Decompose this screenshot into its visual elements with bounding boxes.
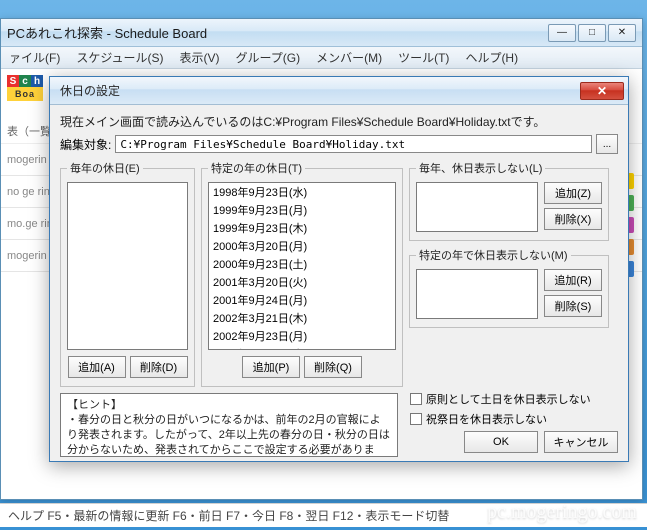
group2-legend: 特定の年の休日(T) — [208, 160, 305, 176]
menu-file[interactable]: ァイル(F) — [1, 46, 68, 69]
hint-box: 【ヒント】 ・春分の日と秋分の日がいつになるかは、前年の2月の官報により発表され… — [60, 393, 398, 457]
path-label: 編集対象: — [60, 136, 111, 153]
watermark: pc.mogeringo.com — [487, 501, 637, 524]
del-x-button[interactable]: 削除(X) — [544, 208, 602, 230]
add-r-button[interactable]: 追加(R) — [544, 269, 602, 291]
menu-tool[interactable]: ツール(T) — [390, 46, 457, 69]
maximize-button[interactable]: □ — [578, 24, 606, 42]
list-item[interactable]: 2001年3月20日(火) — [209, 273, 395, 291]
list-item[interactable]: 1999年9月23日(木) — [209, 219, 395, 237]
close-button[interactable]: ✕ — [608, 24, 636, 42]
main-titlebar: PCあれこれ探索 - Schedule Board — □ ✕ — [1, 19, 642, 47]
add-p-button[interactable]: 追加(P) — [242, 356, 300, 378]
list-item[interactable]: 2003年3月21日(金) — [209, 345, 395, 350]
cancel-button[interactable]: キャンセル — [544, 431, 618, 453]
specific-year-list[interactable]: 1998年9月23日(水)1999年9月23日(月)1999年9月23日(木)2… — [208, 182, 396, 350]
checkbox-icon — [410, 413, 422, 425]
chk2-label: 祝祭日を休日表示しない — [426, 411, 547, 427]
group-yearly-holidays: 毎年の休日(E) 追加(A) 削除(D) — [60, 160, 195, 387]
list-item[interactable]: 1999年9月23日(月) — [209, 201, 395, 219]
group4-legend: 特定の年で休日表示しない(M) — [416, 247, 571, 263]
del-q-button[interactable]: 削除(Q) — [304, 356, 362, 378]
menu-group[interactable]: グループ(G) — [228, 46, 309, 69]
holiday-settings-dialog: 休日の設定 ✕ 現在メイン画面で読み込んでいるのはC:¥Program File… — [49, 76, 629, 462]
app-logo: Sch Boa — [7, 75, 43, 111]
menu-schedule[interactable]: スケジュール(S) — [68, 46, 171, 69]
add-z-button[interactable]: 追加(Z) — [544, 182, 602, 204]
dialog-bottom-right: 原則として土日を休日表示しない 祝祭日を休日表示しない OK キャンセル — [410, 391, 618, 453]
list-item[interactable]: 2001年9月24日(月) — [209, 291, 395, 309]
group-specific-year-holidays: 特定の年の休日(T) 1998年9月23日(水)1999年9月23日(月)199… — [201, 160, 403, 387]
list-item[interactable]: 2002年3月21日(木) — [209, 309, 395, 327]
window-controls: — □ ✕ — [548, 24, 636, 42]
group3-legend: 毎年、休日表示しない(L) — [416, 160, 545, 176]
del-d-button[interactable]: 削除(D) — [130, 356, 188, 378]
dialog-titlebar: 休日の設定 ✕ — [50, 77, 628, 105]
hint-title: 【ヒント】 — [67, 399, 122, 411]
info-text: 現在メイン画面で読み込んでいるのはC:¥Program Files¥Schedu… — [60, 113, 618, 130]
list-item[interactable]: 2000年9月23日(土) — [209, 255, 395, 273]
group-specific-exclude: 特定の年で休日表示しない(M) 追加(R) 削除(S) — [409, 247, 609, 328]
chk1-label: 原則として土日を休日表示しない — [426, 391, 591, 407]
hint-body: ・春分の日と秋分の日がいつになるかは、前年の2月の官報により発表されます。したが… — [67, 414, 390, 457]
menu-member[interactable]: メンバー(M) — [308, 46, 390, 69]
checkbox-icon — [410, 393, 422, 405]
del-s-button[interactable]: 削除(S) — [544, 295, 602, 317]
ok-button[interactable]: OK — [464, 431, 538, 453]
list-item[interactable]: 2000年3月20日(月) — [209, 237, 395, 255]
checkbox-national[interactable]: 祝祭日を休日表示しない — [410, 411, 618, 427]
group1-legend: 毎年の休日(E) — [67, 160, 143, 176]
specific-exclude-list[interactable] — [416, 269, 538, 319]
path-input[interactable] — [115, 135, 592, 153]
dialog-title: 休日の設定 — [60, 82, 580, 99]
add-a-button[interactable]: 追加(A) — [68, 356, 126, 378]
checkbox-weekend[interactable]: 原則として土日を休日表示しない — [410, 391, 618, 407]
browse-button[interactable]: ... — [596, 134, 618, 154]
window-title: PCあれこれ探索 - Schedule Board — [7, 23, 548, 42]
yearly-exclude-list[interactable] — [416, 182, 538, 232]
list-item[interactable]: 2002年9月23日(月) — [209, 327, 395, 345]
menubar: ァイル(F) スケジュール(S) 表示(V) グループ(G) メンバー(M) ツ… — [1, 47, 642, 69]
menu-help[interactable]: ヘルプ(H) — [457, 46, 526, 69]
yearly-holidays-list[interactable] — [67, 182, 188, 350]
minimize-button[interactable]: — — [548, 24, 576, 42]
list-item[interactable]: 1998年9月23日(水) — [209, 183, 395, 201]
dialog-close-button[interactable]: ✕ — [580, 82, 624, 100]
group-yearly-exclude: 毎年、休日表示しない(L) 追加(Z) 削除(X) — [409, 160, 609, 241]
menu-view[interactable]: 表示(V) — [172, 46, 228, 69]
status-text: ヘルプ F5・最新の情報に更新 F6・前日 F7・今日 F8・翌日 F12・表示… — [8, 507, 449, 524]
